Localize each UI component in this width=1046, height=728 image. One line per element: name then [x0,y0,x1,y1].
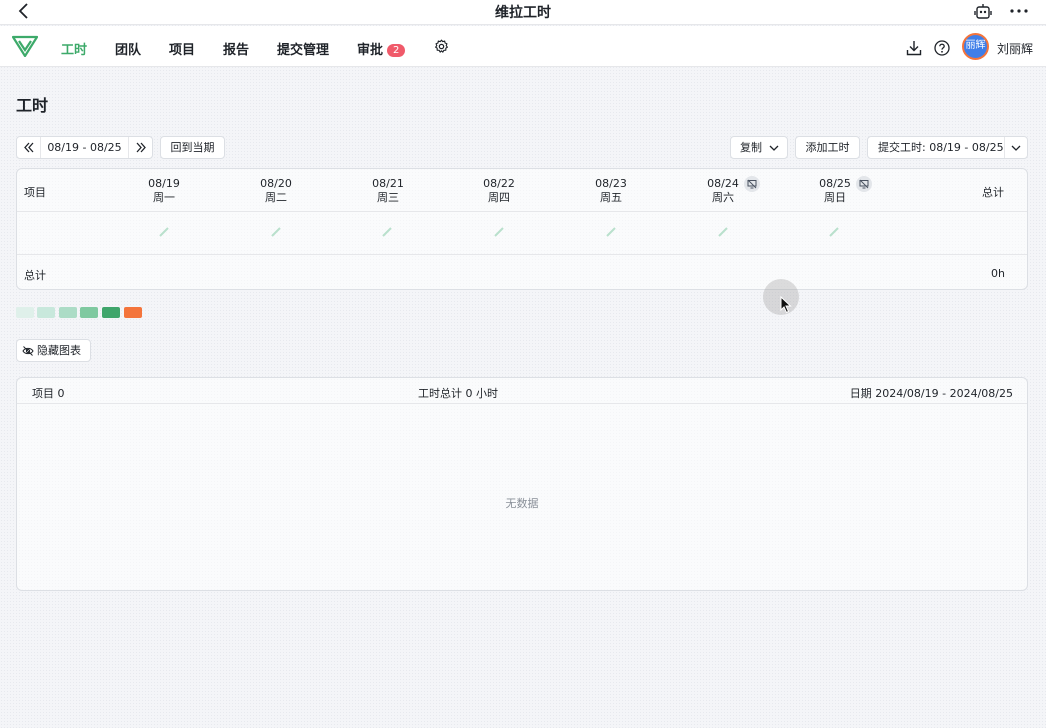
edit-pencil-icon[interactable] [381,226,393,238]
next-week-button[interactable] [128,137,152,158]
legend-swatch [80,307,98,318]
gear-icon[interactable] [434,39,449,54]
legend-swatch [124,307,142,318]
edit-pencil-icon[interactable] [493,226,505,238]
copy-dropdown-button[interactable]: 复制 [730,136,788,159]
day-date: 08/19 [148,177,180,190]
footer-total-label: 总计 [24,269,46,282]
day-date: 08/21 [372,177,404,190]
app-bar: 维拉工时 [0,0,1046,25]
double-chevron-right-icon [136,142,146,153]
project-count: 项目 0 [32,387,65,400]
legend-swatch [37,307,55,318]
day-header-mon: 08/19 周一 [134,177,194,205]
day-weekday: 周四 [488,191,510,204]
mouse-cursor-icon [780,296,792,314]
submit-hours-label: 提交工时: 08/19 - 08/25 [878,141,1004,154]
edit-pencil-icon[interactable] [270,226,282,238]
app-title: 维拉工时 [495,5,551,21]
hide-chart-button[interactable]: 隐藏图表 [16,339,91,362]
weekly-hours-grid: 项目 08/19 周一 08/20 周二 08/21 周三 08/22 周四 0… [16,168,1028,290]
day-header-tue: 08/20 周二 [246,177,306,205]
nav-item-submissions[interactable]: 提交管理 [277,39,329,58]
day-weekday: 周一 [153,191,175,204]
total-column-header: 总计 [982,186,1004,199]
day-weekday: 周五 [600,191,622,204]
nav-item-approvals[interactable]: 审批 2 [357,39,406,58]
footer-total-value: 0h [991,267,1005,280]
submit-hours-button[interactable]: 提交工时: 08/19 - 08/25 [867,136,1028,159]
logo-icon[interactable] [12,35,38,57]
chevron-down-icon[interactable] [1011,145,1021,152]
divider [17,211,1027,212]
more-icon[interactable] [1009,2,1029,20]
hide-day-toggle-icon[interactable] [744,176,760,192]
page-title: 工时 [16,96,49,115]
legend-swatch [59,307,77,318]
day-header-fri: 08/23 周五 [581,177,641,205]
hide-day-toggle-icon[interactable] [856,176,872,192]
previous-week-button[interactable] [17,137,41,158]
date-range-summary: 日期 2024/08/19 - 2024/08/25 [849,387,1013,400]
legend-swatch [16,307,34,318]
chevron-down-icon [769,145,779,151]
day-header-thu: 08/22 周四 [469,177,529,205]
day-weekday: 周日 [824,191,846,204]
hide-chart-label: 隐藏图表 [37,344,81,357]
add-hours-button[interactable]: 添加工时 [795,136,860,159]
robot-icon[interactable] [974,3,992,21]
project-column-header: 项目 [24,186,46,199]
download-icon[interactable] [906,40,922,56]
nav-item-hours[interactable]: 工时 [61,39,87,58]
help-icon[interactable] [934,40,950,56]
user-name[interactable]: 刘丽辉 [997,40,1033,57]
monitor-off-icon [747,179,757,189]
divider [1004,137,1005,158]
day-date: 08/23 [595,177,627,190]
nav-item-team[interactable]: 团队 [115,39,141,58]
divider [17,403,1027,404]
eye-off-icon [22,346,34,356]
day-date: 08/22 [483,177,515,190]
approvals-count-badge: 2 [387,44,406,57]
avatar[interactable]: 丽辉 [962,33,989,60]
day-weekday: 周六 [712,191,734,204]
day-weekday: 周二 [265,191,287,204]
monitor-off-icon [859,179,869,189]
edit-pencil-icon[interactable] [717,226,729,238]
total-hours-summary: 工时总计 0 小时 [418,387,498,400]
edit-pencil-icon[interactable] [605,226,617,238]
divider [17,254,1027,255]
day-weekday: 周三 [377,191,399,204]
double-chevron-left-icon [24,142,34,153]
legend-swatch [102,307,120,318]
day-header-wed: 08/21 周三 [358,177,418,205]
week-range-label[interactable]: 08/19 - 08/25 [41,137,128,158]
nav-item-projects[interactable]: 项目 [169,39,195,58]
week-range-selector: 08/19 - 08/25 [16,136,153,159]
day-date: 08/20 [260,177,292,190]
hours-list: 项目 0 工时总计 0 小时 日期 2024/08/19 - 2024/08/2… [16,377,1028,591]
edit-pencil-icon[interactable] [828,226,840,238]
back-to-current-button[interactable]: 回到当期 [160,136,225,159]
edit-pencil-icon[interactable] [158,226,170,238]
copy-label: 复制 [740,141,762,154]
nav-item-approvals-label: 审批 [357,43,384,58]
empty-state: 无数据 [505,497,539,510]
nav-item-reports[interactable]: 报告 [223,39,249,58]
main-nav: 工时 团队 项目 报告 提交管理 审批 2 丽辉 刘丽辉 [0,26,1046,67]
